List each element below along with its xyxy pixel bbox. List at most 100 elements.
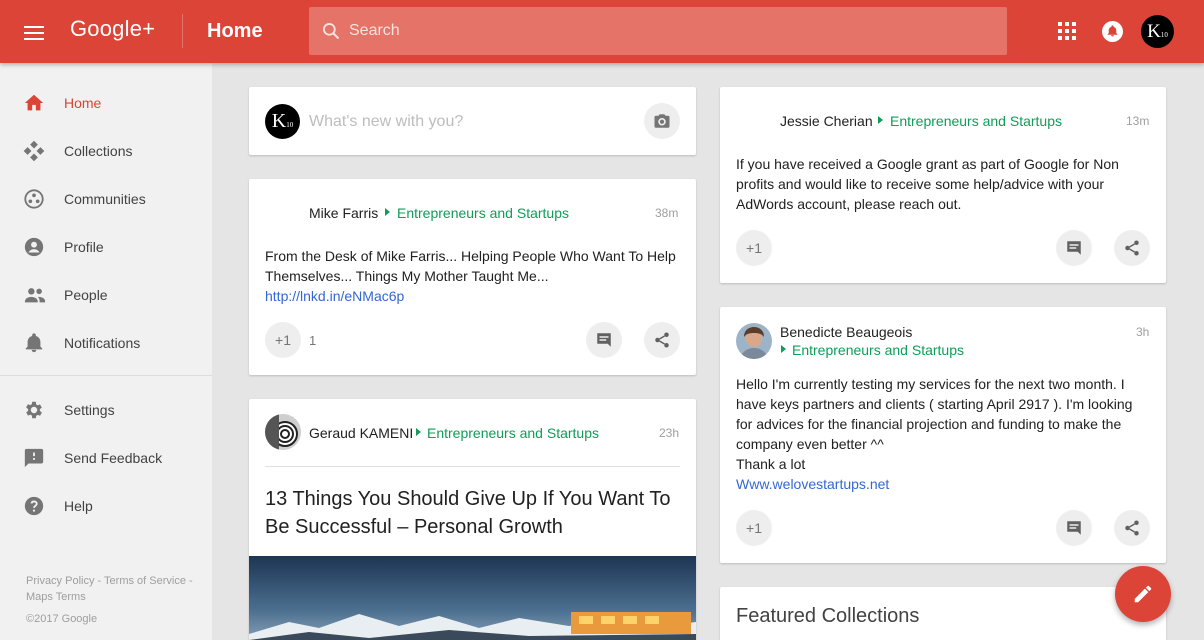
sidebar-item-label: Profile — [64, 239, 104, 255]
help-icon — [24, 496, 44, 516]
plus-one-button[interactable]: +1 — [265, 322, 301, 358]
home-icon — [24, 94, 44, 111]
sidebar-divider — [0, 375, 212, 376]
post-community-link[interactable]: Entrepreneurs and Startups — [397, 205, 569, 221]
sidebar-item-communities[interactable]: Communities — [0, 177, 212, 221]
header-divider — [182, 14, 183, 48]
post-author[interactable]: Benedicte Beaugeois — [780, 324, 912, 340]
post-text-line: From the Desk of Mike Farris... Helping … — [265, 248, 676, 264]
post-link[interactable]: http://lnkd.in/eNMac6p — [265, 286, 685, 306]
post-card: Jessie Cherian Entrepreneurs and Startup… — [720, 87, 1166, 283]
post-time: 38m — [655, 206, 679, 220]
featured-collections-card: Featured Collections — [720, 587, 1166, 640]
post-headline[interactable]: 13 Things You Should Give Up If You Want… — [265, 485, 675, 541]
post-card: Mike Farris Entrepreneurs and Startups 3… — [249, 179, 696, 375]
plus-one-button[interactable]: +1 — [736, 510, 772, 546]
search-icon — [323, 23, 340, 40]
post-text-line: Thank a lot — [736, 456, 806, 472]
share-button[interactable] — [1114, 510, 1150, 546]
avatar[interactable] — [265, 414, 301, 450]
post-body: If you have received a Google grant as p… — [736, 154, 1156, 214]
comment-icon — [597, 333, 611, 347]
post-time: 13m — [1126, 114, 1150, 128]
share-input[interactable]: What's new with you? — [309, 113, 463, 131]
post-arrow-icon — [416, 428, 421, 436]
camera-icon — [654, 114, 670, 128]
post-time: 23h — [659, 426, 680, 440]
post-hero-image[interactable] — [249, 556, 696, 640]
plus-one-button[interactable]: +1 — [736, 230, 772, 266]
post-text-line: Hello I'm currently testing my services … — [736, 376, 1125, 392]
post-community-link[interactable]: Entrepreneurs and Startups — [427, 425, 599, 441]
featured-collections-title: Featured Collections — [736, 605, 920, 627]
footer-links: Privacy Policy - Terms of Service - Maps… — [26, 573, 206, 605]
sidebar-item-label: Settings — [64, 402, 115, 418]
footer-separator: - — [185, 575, 193, 587]
post-community-link[interactable]: Entrepreneurs and Startups — [890, 113, 1062, 129]
sidebar-item-home[interactable]: Home — [0, 81, 212, 125]
sidebar-item-profile[interactable]: Profile — [0, 225, 212, 269]
comment-icon — [1067, 241, 1081, 255]
sidebar-item-label: Help — [64, 498, 93, 514]
bell-icon — [25, 333, 43, 353]
post-arrow-icon — [781, 345, 786, 353]
avatar-image — [265, 414, 301, 450]
post-card: Geraud KAMENI Entrepreneurs and Startups… — [249, 399, 696, 640]
terms-of-service-link[interactable]: Terms of Service — [104, 575, 186, 587]
maps-terms-link[interactable]: Maps Terms — [26, 591, 86, 603]
avatar-image — [736, 323, 772, 359]
google-plus-logo[interactable]: Google+ — [70, 16, 155, 42]
sidebar-item-settings[interactable]: Settings — [0, 388, 212, 432]
privacy-policy-link[interactable]: Privacy Policy — [26, 575, 94, 587]
sidebar: Home Collections Communities Profile Peo… — [0, 63, 212, 640]
sidebar-item-label: Home — [64, 95, 102, 111]
share-button[interactable] — [1114, 230, 1150, 266]
sidebar-item-send-feedback[interactable]: Send Feedback — [0, 436, 212, 480]
bell-icon — [1107, 25, 1118, 37]
communities-icon — [24, 189, 44, 209]
account-avatar[interactable]: K10 — [1141, 15, 1174, 48]
sidebar-item-label: People — [64, 287, 108, 303]
post-text-line: company even better ^^ — [736, 436, 884, 452]
post-community-link[interactable]: Entrepreneurs and Startups — [792, 342, 964, 358]
top-app-bar: Google+ Home K10 — [0, 0, 1204, 63]
sidebar-item-label: Notifications — [64, 335, 141, 351]
sidebar-item-label: Communities — [64, 191, 146, 207]
post-author[interactable]: Geraud KAMENI — [309, 425, 413, 441]
post-card: Benedicte Beaugeois Entrepreneurs and St… — [720, 307, 1166, 563]
post-arrow-icon — [878, 116, 883, 124]
post-link[interactable]: Www.welovestartups.net — [736, 474, 1161, 494]
notifications-button[interactable] — [1102, 21, 1123, 42]
footer-separator: - — [94, 575, 105, 587]
sidebar-item-label: Collections — [64, 143, 133, 159]
copyright: ©2017 Google — [26, 613, 98, 625]
post-time: 3h — [1136, 325, 1150, 339]
share-button[interactable] — [644, 322, 680, 358]
avatar[interactable] — [736, 323, 772, 359]
sidebar-item-label: Send Feedback — [64, 450, 163, 466]
post-divider — [265, 466, 680, 467]
page-title: Home — [207, 20, 263, 42]
sidebar-item-people[interactable]: People — [0, 273, 212, 317]
add-photo-button[interactable] — [644, 103, 680, 139]
sidebar-item-collections[interactable]: Collections — [0, 129, 212, 173]
compose-button[interactable] — [1115, 566, 1171, 622]
sidebar-item-help[interactable]: Help — [0, 484, 212, 528]
post-text-line: AdWords account, please reach out. — [736, 196, 962, 212]
share-box-card: K10 What's new with you? — [249, 87, 696, 155]
comment-button[interactable] — [586, 322, 622, 358]
search-bar[interactable] — [309, 7, 1007, 55]
sidebar-item-notifications[interactable]: Notifications — [0, 321, 212, 365]
comment-button[interactable] — [1056, 230, 1092, 266]
post-author[interactable]: Mike Farris — [309, 205, 378, 221]
post-text-line: Themselves... Things My Mother Taught Me… — [265, 268, 549, 284]
post-author[interactable]: Jessie Cherian — [780, 113, 873, 129]
share-icon — [655, 332, 669, 348]
search-input[interactable] — [349, 19, 989, 43]
avatar[interactable]: K10 — [265, 104, 300, 139]
apps-grid-icon[interactable] — [1058, 22, 1078, 42]
people-icon — [24, 288, 46, 303]
hamburger-icon[interactable] — [22, 22, 46, 42]
post-body: From the Desk of Mike Farris... Helping … — [265, 246, 685, 306]
comment-button[interactable] — [1056, 510, 1092, 546]
